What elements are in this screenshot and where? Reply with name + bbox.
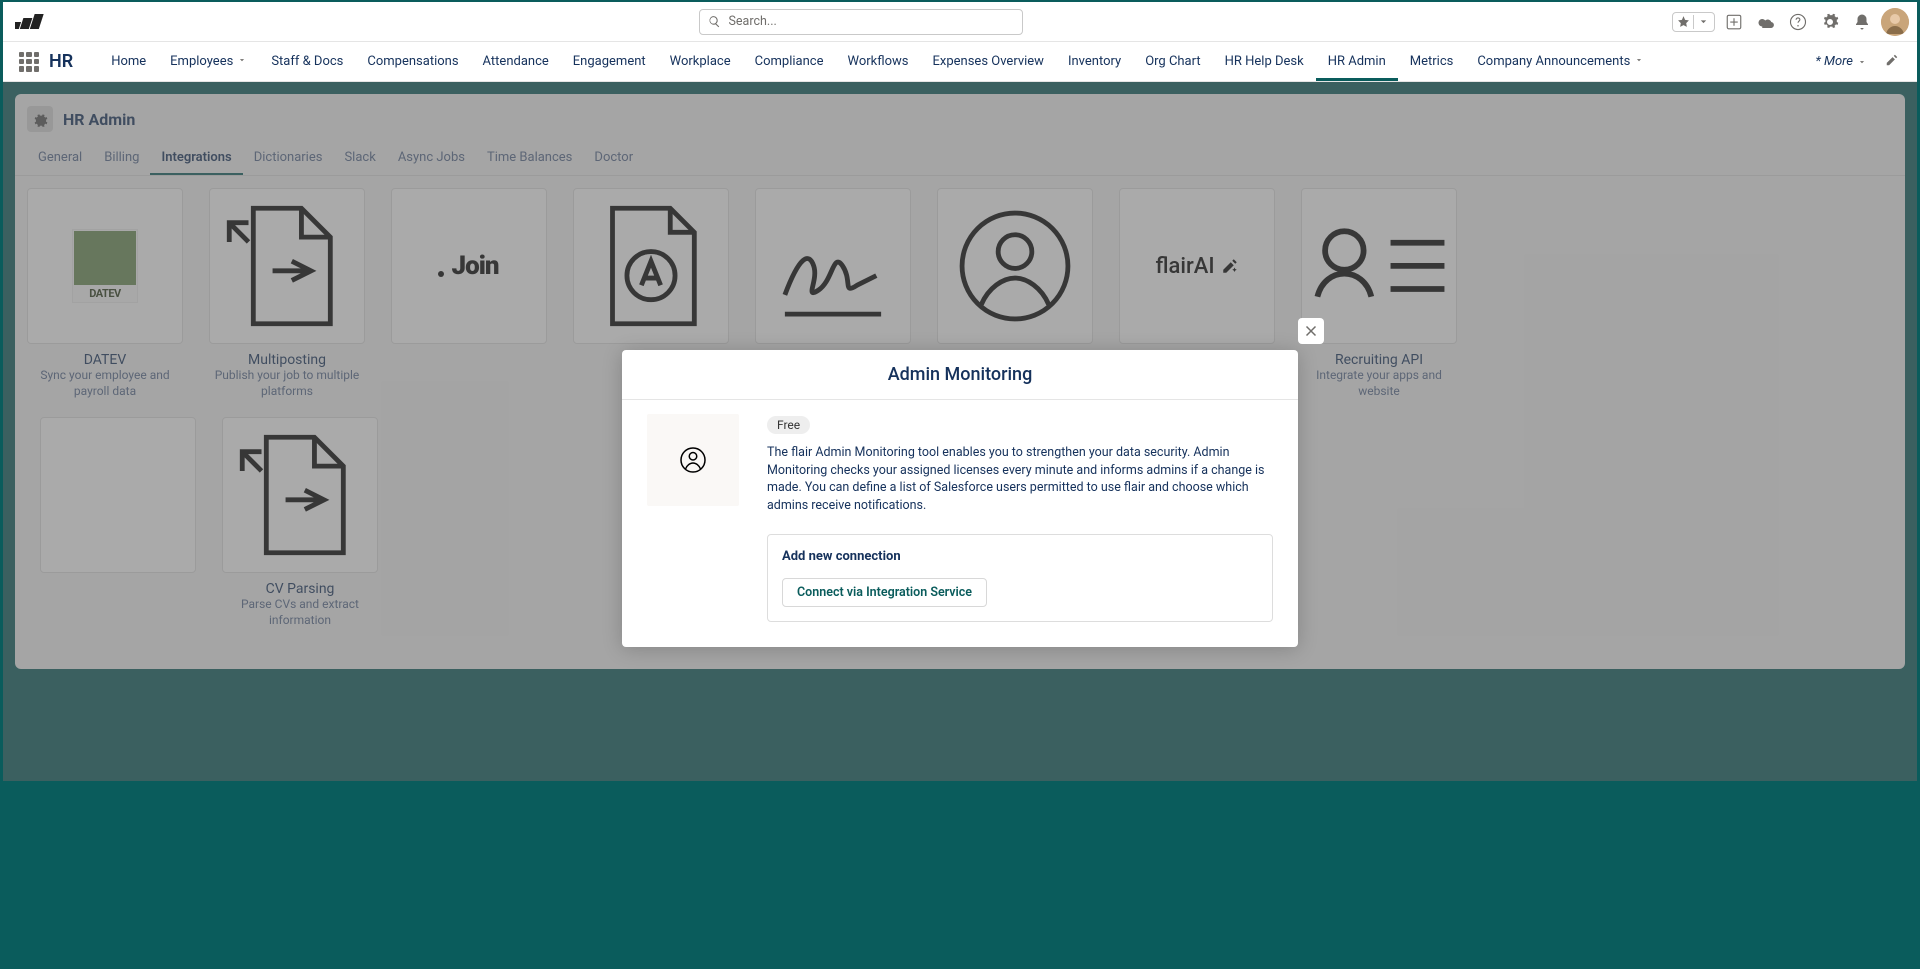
modal-header: Admin Monitoring [622, 350, 1298, 400]
star-icon [1677, 15, 1690, 28]
nav-item-label: Employees [170, 54, 233, 69]
free-badge: Free [767, 416, 810, 434]
help-button[interactable] [1785, 9, 1811, 35]
modal-panel: Admin Monitoring Free The flair Admin Mo… [622, 350, 1298, 647]
nav-item-label: Compensations [367, 54, 458, 69]
nav-item-attendance[interactable]: Attendance [471, 42, 561, 81]
bell-icon [1853, 13, 1871, 31]
nav-item-hr-admin[interactable]: HR Admin [1316, 42, 1398, 81]
modal-title: Admin Monitoring [636, 364, 1284, 385]
chevron-down-icon [1634, 54, 1644, 69]
connect-button[interactable]: Connect via Integration Service [782, 578, 987, 607]
nav-item-label: Home [111, 54, 146, 69]
nav-item-compliance[interactable]: Compliance [743, 42, 836, 81]
cloud-icon [1757, 13, 1775, 31]
nav-item-workflows[interactable]: Workflows [835, 42, 920, 81]
brand-logo [15, 13, 45, 31]
nav-item-label: Compliance [755, 54, 824, 69]
nav-item-label: Metrics [1410, 54, 1454, 69]
gear-icon [1821, 13, 1839, 31]
global-search[interactable]: Search... [699, 9, 1023, 35]
user-circle-icon [678, 445, 708, 475]
search-icon [708, 15, 721, 28]
nav-item-label: Inventory [1068, 54, 1121, 69]
nav-item-home[interactable]: Home [99, 42, 158, 81]
top-right [1672, 8, 1909, 36]
nav-item-label: HR Help Desk [1225, 54, 1304, 69]
modal-content: Free The flair Admin Monitoring tool ena… [767, 414, 1273, 622]
user-avatar[interactable] [1881, 8, 1909, 36]
question-icon [1789, 13, 1807, 31]
divider [1693, 15, 1694, 29]
modal-close-button[interactable] [1298, 318, 1324, 344]
modal: Admin Monitoring Free The flair Admin Mo… [622, 350, 1298, 647]
nav-items: Home Employees Staff & Docs Compensations At… [99, 42, 1807, 81]
nav-item-workplace[interactable]: Workplace [658, 42, 743, 81]
salesforce-button[interactable] [1753, 9, 1779, 35]
modal-icon-box [647, 414, 739, 506]
nav-item-staff-docs[interactable]: Staff & Docs [259, 42, 355, 81]
setup-button[interactable] [1817, 9, 1843, 35]
app-launcher[interactable] [19, 52, 39, 72]
nav-bar: HR Home Employees Staff & Docs Compensation… [3, 42, 1917, 82]
chevron-down-icon [1697, 15, 1710, 28]
connection-box: Add new connection Connect via Integrati… [767, 534, 1273, 622]
app-shell-wrap: Search... [0, 0, 1920, 783]
favorites-button[interactable] [1672, 12, 1715, 32]
search-placeholder: Search... [729, 14, 777, 29]
nav-item-inventory[interactable]: Inventory [1056, 42, 1133, 81]
nav-item-label: Attendance [483, 54, 549, 69]
close-icon [1302, 322, 1320, 340]
nav-item-metrics[interactable]: Metrics [1398, 42, 1466, 81]
nav-item-label: Engagement [573, 54, 646, 69]
edit-nav-button[interactable] [1875, 52, 1909, 71]
plus-icon [1725, 13, 1743, 31]
nav-more[interactable]: * More [1807, 54, 1875, 69]
pencil-icon [1885, 53, 1899, 67]
nav-item-label: Workflows [847, 54, 908, 69]
content-region: HR Admin GeneralBillingIntegrationsDicti… [3, 82, 1917, 781]
nav-item-company-announcements[interactable]: Company Announcements [1465, 42, 1656, 81]
nav-item-org-chart[interactable]: Org Chart [1133, 42, 1212, 81]
nav-item-label: Org Chart [1145, 54, 1200, 69]
add-button[interactable] [1721, 9, 1747, 35]
chevron-down-icon [237, 54, 247, 69]
nav-item-label: HR Admin [1328, 54, 1386, 69]
nav-item-employees[interactable]: Employees [158, 42, 259, 81]
modal-body: Free The flair Admin Monitoring tool ena… [622, 400, 1298, 647]
nav-item-engagement[interactable]: Engagement [561, 42, 658, 81]
nav-item-hr-help-desk[interactable]: HR Help Desk [1213, 42, 1316, 81]
nav-item-label: Staff & Docs [271, 54, 343, 69]
nav-item-label: Workplace [670, 54, 731, 69]
top-center: Search... [49, 9, 1672, 35]
app-name: HR [49, 51, 73, 72]
app-shell: Search... [3, 2, 1917, 82]
nav-item-label: Expenses Overview [933, 54, 1044, 69]
nav-item-expenses-overview[interactable]: Expenses Overview [921, 42, 1056, 81]
modal-description: The flair Admin Monitoring tool enables … [767, 444, 1273, 514]
chevron-down-icon [1857, 57, 1867, 67]
notifications-button[interactable] [1849, 9, 1875, 35]
connection-title: Add new connection [782, 549, 1258, 564]
nav-item-label: Company Announcements [1477, 54, 1630, 69]
nav-item-compensations[interactable]: Compensations [355, 42, 470, 81]
more-label: * More [1815, 54, 1853, 69]
top-bar: Search... [3, 2, 1917, 42]
